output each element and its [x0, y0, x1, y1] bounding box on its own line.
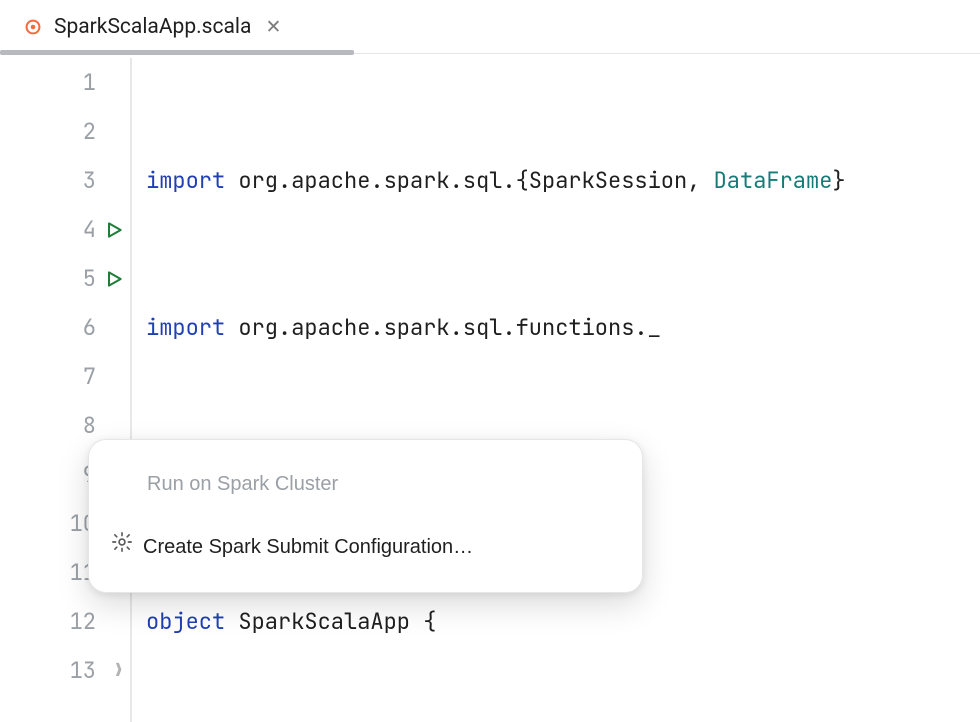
gutter-line[interactable]: 2: [0, 107, 130, 156]
close-icon[interactable]: ✕: [261, 15, 285, 38]
gutter-line[interactable]: 7: [0, 352, 130, 401]
editor: 1 2 3 4 5 6 7 8 9 10 11 12: [0, 54, 980, 722]
gutter-line[interactable]: 6: [0, 303, 130, 352]
code-line: object SparkScalaApp {: [146, 597, 846, 646]
code-area[interactable]: import org.apache.spark.sql.{SparkSessio…: [132, 58, 846, 722]
tab-file[interactable]: SparkScalaApp.scala ✕: [0, 0, 303, 53]
gutter-line[interactable]: 4: [0, 205, 130, 254]
tab-label: SparkScalaApp.scala: [54, 15, 251, 39]
context-menu-header: Run on Spark Cluster: [89, 452, 642, 515]
context-menu-item-label: Create Spark Submit Configuration…: [143, 523, 473, 572]
scala-file-icon: [22, 16, 44, 38]
create-spark-config-item[interactable]: Create Spark Submit Configuration…: [89, 515, 642, 580]
run-icon[interactable]: [102, 269, 126, 289]
fold-chevron-icon[interactable]: ❯: [113, 662, 124, 680]
gutter-line[interactable]: 3: [0, 156, 130, 205]
code-line: import org.apache.spark.sql.{SparkSessio…: [146, 156, 846, 205]
gutter-line[interactable]: 13 ❯: [0, 646, 130, 695]
gear-icon: [111, 523, 133, 572]
gutter-line[interactable]: 5: [0, 254, 130, 303]
gutter-line[interactable]: 12: [0, 597, 130, 646]
gutter-line[interactable]: 1: [0, 58, 130, 107]
gutter: 1 2 3 4 5 6 7 8 9 10 11 12: [0, 58, 132, 722]
code-line: import org.apache.spark.sql.functions._: [146, 303, 846, 352]
run-icon[interactable]: [102, 220, 126, 240]
tab-bar: SparkScalaApp.scala ✕: [0, 0, 980, 54]
context-menu: Run on Spark Cluster Create Spark Submit…: [88, 439, 643, 593]
